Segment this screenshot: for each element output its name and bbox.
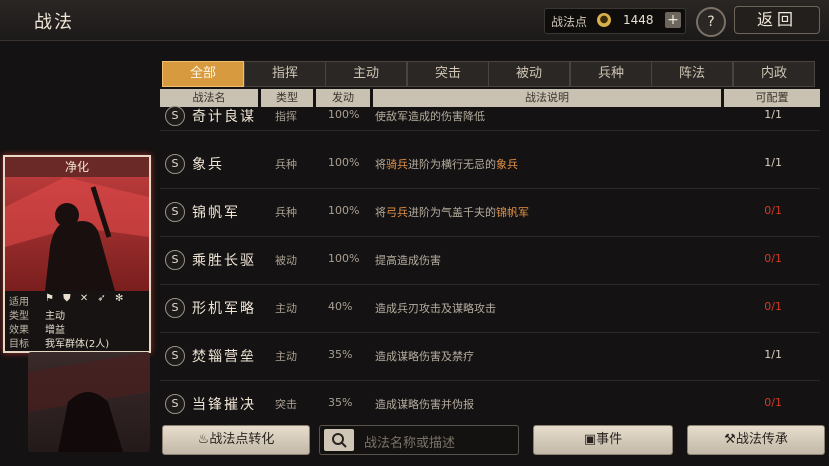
tactic-rate: 35% (328, 348, 353, 361)
tactic-description: 造成兵刃攻击及谋略攻击 (375, 302, 496, 315)
rank-badge: S (165, 106, 185, 126)
flame-icon: ♨ (197, 432, 210, 447)
table-row[interactable]: S 象兵 兵种 100% 将骑兵进阶为横行无忌的象兵 1/1 (160, 142, 820, 189)
tactic-config: 1/1 (764, 108, 782, 121)
tactic-rate: 40% (328, 300, 353, 313)
rank-badge: S (165, 202, 185, 222)
card-title: 净化 (5, 157, 149, 177)
top-bar: 战法 战法点 ● 1448 + ? 返回 (0, 0, 829, 41)
page-title: 战法 (34, 12, 74, 33)
card-info: 适用 ⚑ ⛊ ✕ ➶ ✻ 类型 主动 效果 增益 目标 我军群体(2人) (5, 291, 149, 351)
tactic-type: 突击 (275, 398, 297, 411)
tab-passive[interactable]: 被动 (488, 61, 570, 87)
tactic-name: 形机军略 (192, 301, 256, 317)
rank-badge: S (165, 154, 185, 174)
applicable-label: 适用 (9, 297, 29, 308)
tactic-name: 锦帆军 (192, 205, 240, 221)
table-row[interactable]: S 锦帆军 兵种 100% 将弓兵进阶为气盖千夫的锦帆军 0/1 (160, 190, 820, 237)
tab-formation[interactable]: 阵法 (651, 61, 733, 87)
tactic-name: 焚辎营垒 (192, 349, 256, 365)
add-points-button[interactable]: + (665, 12, 681, 28)
tactic-rate: 35% (328, 396, 353, 409)
effect-label: 效果 (9, 325, 29, 336)
hammer-icon: ⚒ (724, 432, 736, 447)
tab-troop[interactable]: 兵种 (570, 61, 652, 87)
tactic-description: 将骑兵进阶为横行无忌的象兵 (375, 158, 518, 171)
points-value: 1448 (623, 13, 654, 27)
tactic-description: 使敌军造成的伤害降低 (375, 110, 485, 123)
tactic-rate: 100% (328, 204, 360, 217)
help-button[interactable]: ? (696, 7, 726, 37)
inherit-tactic-button[interactable]: ⚒战法传承 (687, 425, 825, 455)
tactic-config: 1/1 (764, 156, 782, 169)
tactic-rate: 100% (328, 108, 360, 121)
tactic-type: 主动 (275, 350, 297, 363)
tactic-name: 象兵 (192, 157, 224, 173)
card-artwork (5, 177, 149, 291)
book-icon: ▣ (583, 432, 597, 447)
tactic-description: 将弓兵进阶为气盖千夫的锦帆军 (375, 206, 529, 219)
tab-internal[interactable]: 内政 (733, 61, 815, 87)
search-icon (332, 433, 347, 448)
secondary-tactic-card[interactable] (28, 352, 150, 452)
tactic-points-display: 战法点 ● 1448 + (544, 8, 686, 34)
tactic-description: 造成谋略伤害并伪报 (375, 398, 474, 411)
search-input[interactable]: 战法名称或描述 (364, 432, 455, 451)
table-row[interactable]: S 形机军略 主动 40% 造成兵刃攻击及谋略攻击 0/1 (160, 286, 820, 333)
tactic-config: 0/1 (764, 300, 782, 313)
tab-assault[interactable]: 突击 (407, 61, 489, 87)
tactic-name: 乘胜长驱 (192, 253, 256, 269)
tactic-rate: 100% (328, 252, 360, 265)
target-label: 目标 (9, 339, 29, 350)
table-row[interactable]: S 焚辎营垒 主动 35% 造成谋略伤害及禁疗 1/1 (160, 334, 820, 381)
tactic-type: 被动 (275, 254, 297, 267)
tactic-description: 提高造成伤害 (375, 254, 441, 267)
tactic-type: 兵种 (275, 158, 297, 171)
convert-points-button[interactable]: ♨战法点转化 (162, 425, 310, 455)
rank-badge: S (165, 298, 185, 318)
type-label: 类型 (9, 311, 29, 322)
search-button[interactable] (324, 429, 354, 451)
rank-badge: S (165, 250, 185, 270)
coin-icon: ● (597, 13, 611, 27)
tactic-name: 奇计良谋 (192, 109, 256, 125)
tactic-description: 造成谋略伤害及禁疗 (375, 350, 474, 363)
tactic-config: 0/1 (764, 252, 782, 265)
points-label: 战法点 (551, 15, 588, 29)
tactic-name: 当锋摧决 (192, 397, 256, 413)
tab-all[interactable]: 全部 (162, 61, 244, 87)
effect-value: 增益 (45, 325, 65, 336)
search-bar[interactable]: 战法名称或描述 (319, 425, 519, 455)
tactic-type: 指挥 (275, 110, 297, 123)
target-value: 我军群体(2人) (45, 339, 110, 350)
type-value: 主动 (45, 311, 65, 322)
back-button[interactable]: 返回 (734, 6, 820, 34)
troop-type-icons: ⚑ ⛊ ✕ ➶ ✻ (45, 293, 127, 304)
table-row[interactable]: S 当锋摧决 突击 35% 造成谋略伤害并伪报 0/1 (160, 382, 820, 418)
tactic-type: 兵种 (275, 206, 297, 219)
rank-badge: S (165, 394, 185, 414)
tactic-config: 0/1 (764, 396, 782, 409)
tactic-rate: 100% (328, 156, 360, 169)
table-row[interactable]: S 乘胜长驱 被动 100% 提高造成伤害 0/1 (160, 238, 820, 285)
tab-active[interactable]: 主动 (325, 61, 407, 87)
tactic-config: 0/1 (764, 204, 782, 217)
tactic-config: 1/1 (764, 348, 782, 361)
rank-badge: S (165, 346, 185, 366)
tab-command[interactable]: 指挥 (244, 61, 326, 87)
selected-tactic-card[interactable]: 净化 适用 ⚑ ⛊ ✕ ➶ ✻ 类型 主动 效果 增益 目标 我军群体(2人) (3, 155, 151, 353)
tactic-type: 主动 (275, 302, 297, 315)
table-row[interactable]: S 奇计良谋 指挥 100% 使敌军造成的伤害降低 1/1 (160, 100, 820, 131)
event-button[interactable]: ▣事件 (533, 425, 673, 455)
